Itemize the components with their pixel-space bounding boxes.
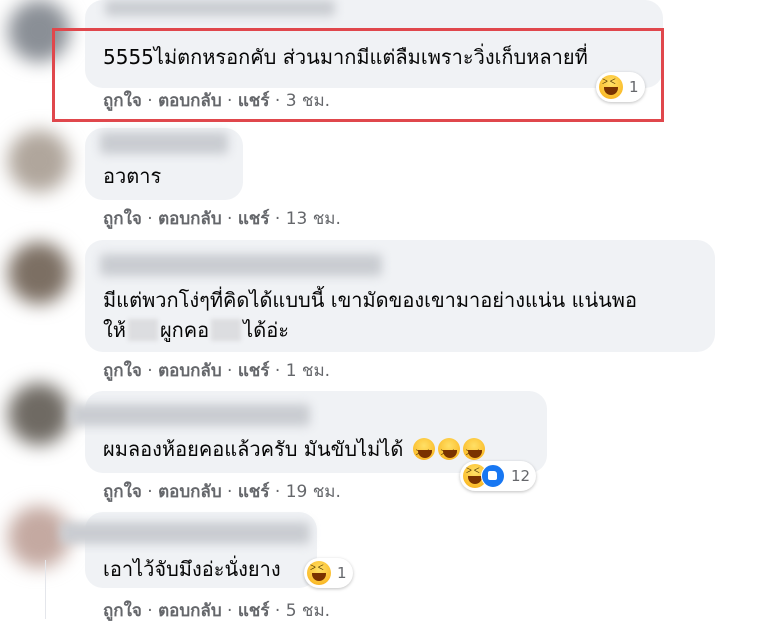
- avatar[interactable]: [8, 130, 70, 192]
- comment-actions: ถูกใจ · ตอบกลับ · แชร์ · 19 ชม.: [103, 482, 341, 502]
- comment-actions: ถูกใจ · ตอบกลับ · แชร์ · 13 ชม.: [103, 209, 341, 229]
- avatar[interactable]: [8, 242, 70, 304]
- like-link[interactable]: ถูกใจ: [103, 482, 142, 502]
- haha-emoji-icon: [462, 438, 485, 466]
- share-link[interactable]: แชร์: [238, 361, 270, 381]
- timestamp[interactable]: 19 ชม.: [286, 482, 341, 502]
- timestamp[interactable]: 5 ชม.: [286, 601, 330, 621]
- comment-text: ผมลองห้อยคอแล้วครับ มันขับไม่ได้: [103, 436, 485, 466]
- comment-text: เอาไว้จับมึงอ่ะนั่งยาง: [103, 557, 281, 581]
- reply-link[interactable]: ตอบกลับ: [158, 209, 222, 229]
- share-link[interactable]: แชร์: [238, 601, 270, 621]
- reply-link[interactable]: ตอบกลับ: [158, 482, 222, 502]
- reply-thread-line: [45, 560, 46, 619]
- comment-actions: ถูกใจ · ตอบกลับ · แชร์ · 1 ชม.: [103, 361, 331, 381]
- censor-block: [211, 319, 242, 341]
- comment-text-fragment: ผูกคอ: [159, 318, 210, 342]
- timestamp[interactable]: 1 ชม.: [286, 361, 330, 381]
- avatar[interactable]: [8, 383, 70, 445]
- commenter-name[interactable]: [100, 254, 382, 276]
- reaction-count: 1: [337, 564, 347, 582]
- reaction-summary[interactable]: 12: [460, 461, 537, 491]
- haha-emoji-icon: [412, 438, 435, 466]
- highlight-annotation: [52, 28, 664, 122]
- like-reaction-icon: [481, 464, 505, 488]
- timestamp[interactable]: 13 ชม.: [286, 209, 341, 229]
- share-link[interactable]: แชร์: [238, 482, 270, 502]
- reply-link[interactable]: ตอบกลับ: [158, 601, 222, 621]
- commenter-name[interactable]: [60, 522, 310, 544]
- haha-emoji-icon: [437, 438, 460, 466]
- commenter-name[interactable]: [70, 404, 310, 426]
- comment-text: อวตาร: [103, 164, 162, 188]
- censor-block: [127, 319, 158, 341]
- reaction-count: 12: [511, 467, 531, 485]
- like-link[interactable]: ถูกใจ: [103, 601, 142, 621]
- commenter-name[interactable]: [105, 0, 335, 16]
- reaction-summary[interactable]: 1: [304, 558, 353, 588]
- comment-text-body: ผมลองห้อยคอแล้วครับ มันขับไม่ได้: [103, 437, 404, 461]
- like-link[interactable]: ถูกใจ: [103, 209, 142, 229]
- haha-reaction-icon: [307, 561, 331, 585]
- like-link[interactable]: ถูกใจ: [103, 361, 142, 381]
- commenter-name[interactable]: [100, 132, 228, 154]
- share-link[interactable]: แชร์: [238, 209, 270, 229]
- comment-text-fragment: ได้อ่ะ: [243, 318, 289, 342]
- comment-text-line1: มีแต่พวกโง่ๆที่คิดได้แบบนี้ เขามัดของเขา…: [103, 288, 638, 312]
- comment-text-fragment: ให้: [103, 318, 126, 342]
- reply-link[interactable]: ตอบกลับ: [158, 361, 222, 381]
- comment-text-line2: ให้ ผูกคอ ได้อ่ะ: [103, 317, 289, 343]
